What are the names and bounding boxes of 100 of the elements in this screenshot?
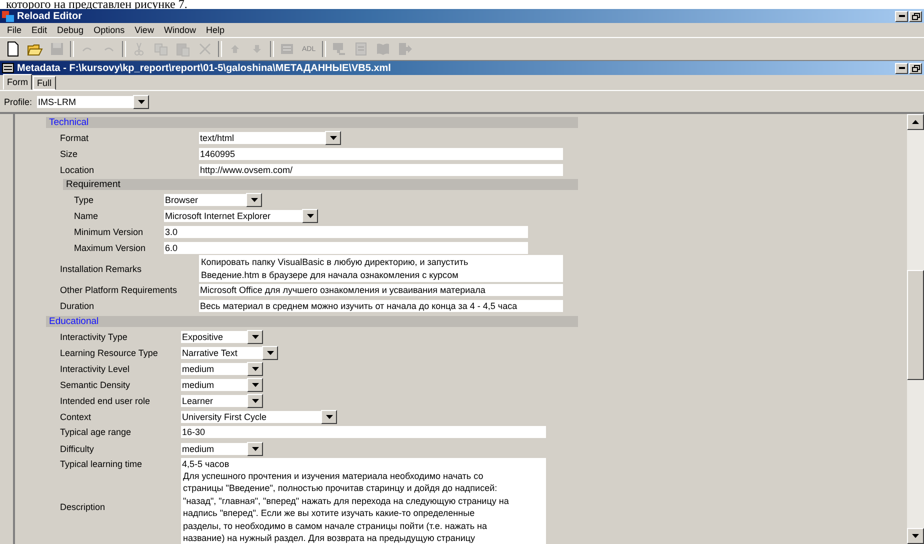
restore-button[interactable] bbox=[909, 62, 922, 74]
dropdown-field[interactable]: Microsoft Internet Explorer bbox=[164, 210, 302, 222]
field-label: Context bbox=[60, 412, 92, 422]
caret-down-icon bbox=[330, 136, 336, 140]
field-label: Format bbox=[60, 133, 90, 143]
list-icon bbox=[279, 41, 295, 57]
menu-item[interactable]: Debug bbox=[52, 25, 89, 35]
cross-icon bbox=[197, 41, 213, 57]
text-field[interactable]: http://www.ovsem.com/ bbox=[199, 164, 563, 176]
caret-down-icon bbox=[252, 382, 258, 387]
field-label: Installation Remarks bbox=[60, 264, 143, 274]
text-field[interactable]: 1460995 bbox=[199, 148, 563, 160]
dropdown-field[interactable]: medium bbox=[181, 442, 247, 455]
field-label: Maximum Version bbox=[74, 242, 147, 252]
dropdown-button[interactable] bbox=[247, 330, 263, 344]
field-label: Size bbox=[60, 148, 79, 158]
dropdown-button[interactable] bbox=[247, 442, 263, 456]
book-icon bbox=[374, 41, 391, 57]
caret-up-icon bbox=[912, 120, 919, 124]
text-field[interactable]: 6.0 bbox=[164, 242, 528, 254]
field-label: Description bbox=[60, 502, 106, 512]
dropdown-field[interactable]: Learner bbox=[181, 394, 247, 407]
menu-item[interactable]: File bbox=[2, 25, 27, 35]
dropdown-button[interactable] bbox=[262, 346, 278, 360]
field-label: Typical age range bbox=[60, 427, 132, 438]
field-label: Interactivity Level bbox=[60, 364, 131, 374]
dropdown-button[interactable] bbox=[321, 410, 337, 424]
caret-down-icon bbox=[252, 334, 258, 339]
text-field[interactable]: 16-30 bbox=[181, 426, 546, 438]
dropdown-field[interactable]: University First Cycle bbox=[181, 410, 321, 423]
field-label: Type bbox=[74, 195, 95, 205]
list-icon bbox=[2, 63, 14, 73]
caret-down-icon bbox=[252, 398, 258, 403]
dropdown-button[interactable] bbox=[325, 131, 341, 145]
dropdown-field[interactable]: Narrative Text bbox=[181, 346, 262, 359]
profile-label: Profile: bbox=[4, 96, 32, 106]
dropdown-field[interactable]: medium bbox=[181, 378, 247, 391]
menu-item[interactable]: Edit bbox=[26, 25, 52, 35]
minimize-icon bbox=[898, 67, 904, 69]
text-area[interactable]: Для успешного прочтения и изучения материала необходимо начать со страницы "Введение", полностью прочитав старинцу и дойдя до надписей: "назад", "главная", "вперед" нажать для перехода на следующую страницу на надпись "вперед". Если же вы хотите изучать какие-то определенные разделы, то необходимо в самом начале страницы пойти (т.е. нажать на название) на нужный раздел. Для возврата на предыдущую страницу bbox=[181, 468, 546, 544]
section-header: Technical bbox=[46, 117, 578, 128]
minimize-button[interactable] bbox=[895, 10, 908, 22]
field-label: Semantic Density bbox=[60, 380, 132, 390]
minimize-icon bbox=[898, 15, 904, 17]
field-label: Interactivity Type bbox=[60, 332, 128, 342]
dropdown-field[interactable]: Expositive bbox=[181, 330, 247, 343]
dropdown-field[interactable]: IMS-LRM bbox=[37, 96, 134, 108]
field-label: Learning Resource Type bbox=[60, 348, 159, 358]
field-label: Name bbox=[74, 211, 100, 221]
dropdown-button[interactable] bbox=[247, 394, 263, 408]
field-label: Intended end user role bbox=[60, 396, 152, 406]
caret-down-icon bbox=[250, 198, 258, 202]
page-icon bbox=[352, 41, 369, 57]
caret-down-icon bbox=[138, 100, 145, 104]
caret-down-icon bbox=[306, 214, 314, 218]
dropdown-field[interactable]: Browser bbox=[164, 194, 246, 206]
subsection-header: Requirement bbox=[63, 179, 578, 190]
restore-icon bbox=[912, 12, 920, 20]
dropdown-field[interactable]: medium bbox=[181, 362, 247, 375]
restore-icon bbox=[912, 64, 920, 72]
copy-icon bbox=[153, 41, 169, 57]
caret-down-icon bbox=[252, 446, 258, 451]
window-title: Metadata - F:\kursovy\kp_report\report\01-5\galoshina\МЕТАДАННЫЕ\VB5.xml bbox=[17, 62, 391, 74]
menu-item[interactable]: Help bbox=[200, 25, 230, 35]
exit-icon bbox=[396, 41, 413, 57]
field-label: Typical learning time bbox=[60, 459, 144, 470]
text-field[interactable]: 3.0 bbox=[164, 226, 528, 238]
document-text: которого на представлен рисунке 7. bbox=[5, 0, 188, 9]
field-label: Other Platform Requirements bbox=[60, 285, 178, 296]
field-label: Location bbox=[60, 164, 96, 174]
text-area[interactable]: Копировать папку VisualBasic в любую директорию, и запустить Введение.htm в браузере для начала ознакомления с курсом bbox=[199, 255, 563, 282]
dropdown-button[interactable] bbox=[247, 378, 263, 392]
dropdown-button[interactable] bbox=[246, 193, 262, 207]
tab[interactable]: Full bbox=[33, 76, 56, 90]
section-header: Educational bbox=[46, 316, 578, 327]
caret-down-icon bbox=[252, 366, 258, 371]
menu-item[interactable]: Options bbox=[88, 25, 130, 35]
app-icon bbox=[2, 10, 14, 22]
caret-down-icon bbox=[266, 350, 274, 355]
dropdown-button[interactable] bbox=[302, 209, 318, 223]
caret-down-icon bbox=[912, 534, 919, 538]
text-field[interactable]: 4,5-5 часов bbox=[181, 458, 546, 470]
dropdown-field[interactable]: text/html bbox=[199, 132, 325, 144]
dropdown-button[interactable] bbox=[133, 94, 150, 108]
dropdown-button[interactable] bbox=[247, 362, 263, 376]
tab[interactable]: Form bbox=[3, 74, 32, 90]
scrollbar[interactable] bbox=[907, 114, 924, 544]
field-label: Duration bbox=[60, 301, 96, 312]
menu-item[interactable]: View bbox=[130, 25, 159, 35]
minimize-button[interactable] bbox=[895, 62, 908, 74]
text-field[interactable]: Весь материал в среднем можно изучить от начала до конца за 4 - 4,5 часа bbox=[199, 300, 563, 312]
restore-button[interactable] bbox=[909, 10, 922, 22]
caret-down-icon bbox=[326, 414, 332, 419]
window-title: Reload Editor bbox=[17, 10, 82, 22]
menu-item[interactable]: Window bbox=[158, 25, 201, 35]
field-label: Difficulty bbox=[60, 444, 95, 454]
document-icon bbox=[5, 41, 21, 57]
field-label: Minimum Version bbox=[74, 226, 144, 236]
clipboard-icon bbox=[175, 41, 191, 57]
text-field[interactable]: Microsoft Office для лучшего ознакомления и усваивания материала bbox=[199, 284, 563, 296]
